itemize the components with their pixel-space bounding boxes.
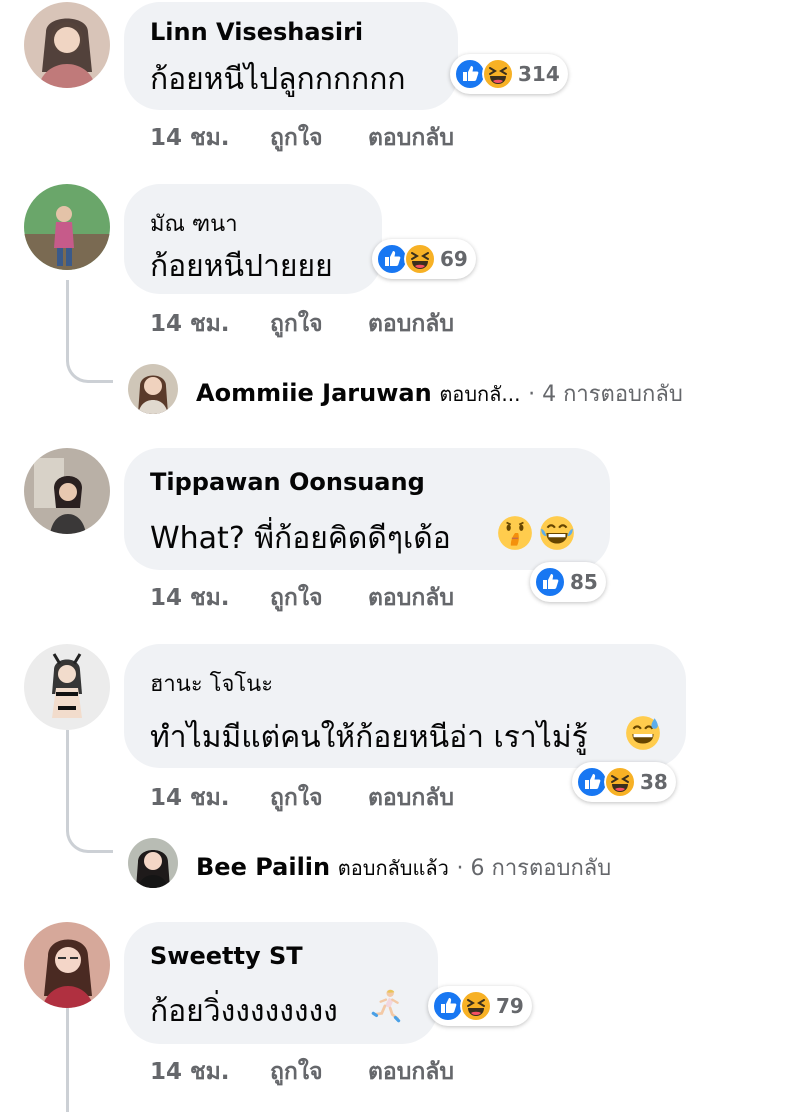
comment-text: ก้อยวิ่งงงงงงงง: [150, 994, 338, 1029]
avatar[interactable]: [24, 922, 110, 1008]
thread-line: [66, 730, 113, 853]
running-woman-icon: [368, 988, 406, 1026]
haha-icon: [482, 58, 514, 90]
like-button[interactable]: ถูกใจ: [270, 580, 323, 616]
like-button[interactable]: ถูกใจ: [270, 780, 323, 816]
thread-line: [66, 1008, 69, 1112]
comment-text-body: What? พี่ก้อยคิดดีๆเด้อ: [150, 521, 451, 556]
timestamp[interactable]: 14 ชม.: [150, 580, 230, 616]
reaction-summary[interactable]: 69: [372, 239, 476, 279]
thread-line: [66, 280, 113, 383]
like-button[interactable]: ถูกใจ: [270, 1054, 323, 1090]
shushing-face-icon: [496, 514, 534, 552]
reply-action: ตอบกลั...: [439, 382, 521, 406]
reply-avatar[interactable]: [128, 364, 178, 414]
reaction-count: 69: [440, 247, 468, 271]
commenter-name[interactable]: Linn Viseshasiri: [150, 18, 363, 46]
avatar[interactable]: [24, 184, 110, 270]
timestamp[interactable]: 14 ชม.: [150, 120, 230, 156]
sweat-smile-icon: [624, 714, 662, 752]
reply-author: Bee Pailin: [196, 853, 331, 881]
reply-author: Aommiie Jaruwan: [196, 379, 432, 407]
haha-icon: [404, 243, 436, 275]
avatar[interactable]: [24, 644, 110, 730]
like-button[interactable]: ถูกใจ: [270, 120, 323, 156]
commenter-name[interactable]: ฮานะ โจโนะ: [150, 666, 273, 701]
haha-icon: [460, 990, 492, 1022]
commenter-name[interactable]: มัณ ฑนา: [150, 206, 238, 241]
comment-text: ก้อยหนีปายยย: [150, 249, 333, 284]
reply-action: ตอบกลับแล้ว: [337, 856, 449, 880]
reply-button[interactable]: ตอบกลับ: [368, 780, 454, 816]
timestamp[interactable]: 14 ชม.: [150, 780, 230, 816]
reply-avatar[interactable]: [128, 838, 178, 888]
comment-text: ทำไมมีแต่คนให้ก้อยหนีอ่า เราไม่รู้: [150, 720, 588, 755]
reply-button[interactable]: ตอบกลับ: [368, 580, 454, 616]
comment-text: What? พี่ก้อยคิดดีๆเด้อ: [150, 515, 451, 562]
reaction-summary[interactable]: 38: [572, 762, 676, 802]
haha-icon: [604, 766, 636, 798]
reaction-summary[interactable]: 85: [530, 562, 606, 602]
commenter-name[interactable]: Sweetty ST: [150, 942, 303, 970]
reaction-count: 38: [640, 770, 668, 794]
reaction-summary[interactable]: 79: [428, 986, 532, 1026]
avatar[interactable]: [24, 2, 110, 88]
avatar[interactable]: [24, 448, 110, 534]
comment-text: ก้อยหนีไปลูกกกกกก: [150, 62, 406, 97]
reaction-count: 314: [518, 62, 560, 86]
view-replies-link[interactable]: Bee Pailin ตอบกลับแล้ว · 6 การตอบกลับ: [196, 850, 611, 885]
reply-count: · 6 การตอบกลับ: [456, 856, 612, 881]
reaction-summary[interactable]: 314: [450, 54, 568, 94]
laughing-tears-icon: [538, 514, 576, 552]
reply-button[interactable]: ตอบกลับ: [368, 120, 454, 156]
reply-button[interactable]: ตอบกลับ: [368, 1054, 454, 1090]
commenter-name[interactable]: Tippawan Oonsuang: [150, 468, 425, 496]
like-icon: [534, 566, 566, 598]
like-button[interactable]: ถูกใจ: [270, 306, 323, 342]
view-replies-link[interactable]: Aommiie Jaruwan ตอบกลั... · 4 การตอบกลับ: [196, 376, 683, 411]
reply-button[interactable]: ตอบกลับ: [368, 306, 454, 342]
reply-count: · 4 การตอบกลับ: [528, 382, 683, 407]
timestamp[interactable]: 14 ชม.: [150, 1054, 230, 1090]
timestamp[interactable]: 14 ชม.: [150, 306, 230, 342]
reaction-count: 85: [570, 570, 598, 594]
reaction-count: 79: [496, 994, 524, 1018]
